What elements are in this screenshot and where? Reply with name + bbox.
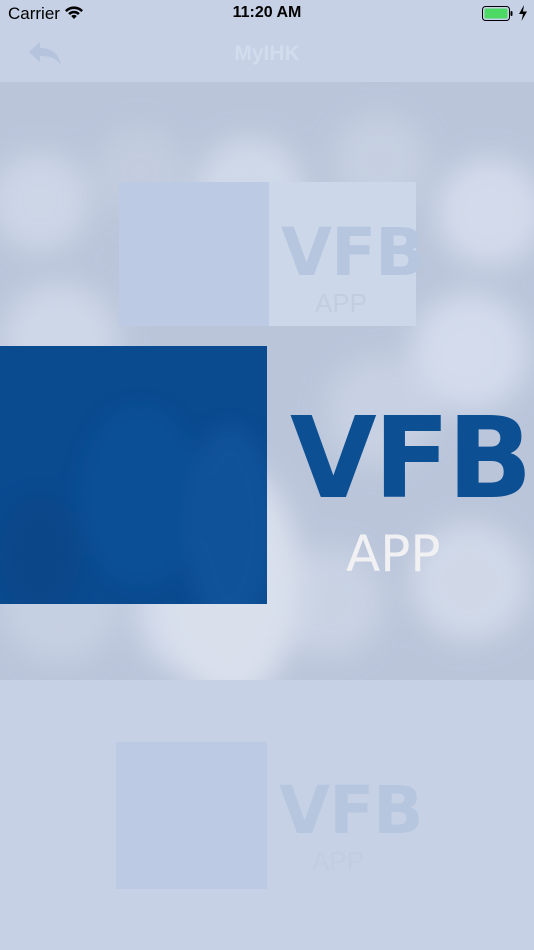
ghost-logo-vfb-text: VFB [281,214,425,291]
nav-title: MyIHK [234,42,300,65]
ghost-logo-bottom: VFB APP [116,742,423,889]
ghost-logo-vfb-text: VFB [279,772,423,849]
logo-square-texture [0,406,267,604]
bolt-icon [519,5,527,21]
logo-square [0,346,267,604]
logo-app-text: APP [346,525,441,583]
status-bar: Carrier 11:20 AM [0,0,534,28]
ghost-logo-app-text: APP [312,846,365,876]
status-time: 11:20 AM [232,4,302,21]
ghost-logo-top: VFB APP [119,182,425,326]
ghost-logo-square [116,742,267,889]
logo-vfb-text: VFB [290,394,533,524]
ghost-logo-app-text: APP [315,288,368,318]
battery-icon [482,6,513,21]
navigation-bar: MyIHK [0,28,534,82]
ghost-logo-square [119,182,269,326]
